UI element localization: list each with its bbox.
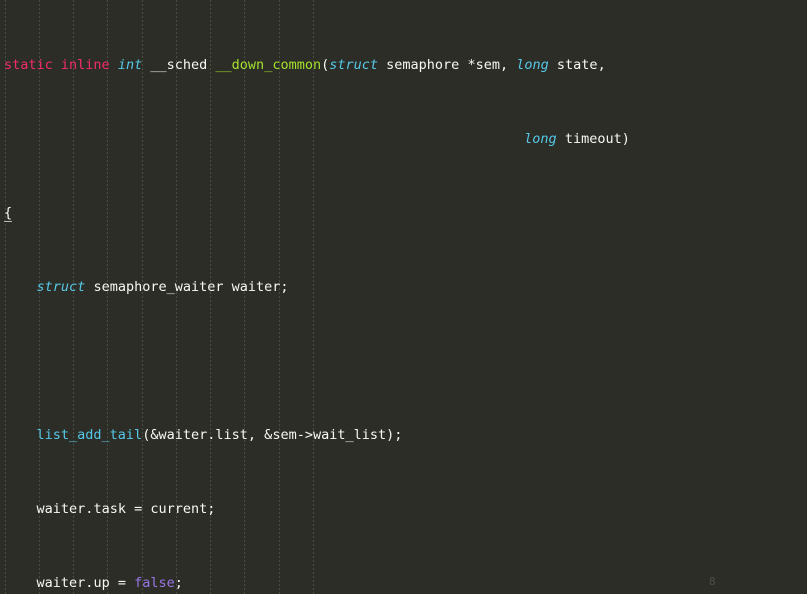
code-line[interactable]: [0, 352, 807, 371]
code-line[interactable]: struct semaphore_waiter waiter;: [0, 278, 807, 297]
code-line[interactable]: waiter.task = current;: [0, 500, 807, 519]
scroll-position-marker: 8: [709, 575, 716, 588]
source-code-block[interactable]: static inline int __sched __down_common(…: [0, 0, 807, 594]
code-line[interactable]: static inline int __sched __down_common(…: [0, 56, 807, 75]
code-line[interactable]: waiter.up = false;: [0, 574, 807, 593]
code-line[interactable]: {: [0, 204, 807, 223]
code-line[interactable]: list_add_tail(&waiter.list, &sem->wait_l…: [0, 426, 807, 445]
code-editor-viewport[interactable]: static inline int __sched __down_common(…: [0, 0, 807, 594]
code-line[interactable]: long timeout): [0, 130, 807, 149]
